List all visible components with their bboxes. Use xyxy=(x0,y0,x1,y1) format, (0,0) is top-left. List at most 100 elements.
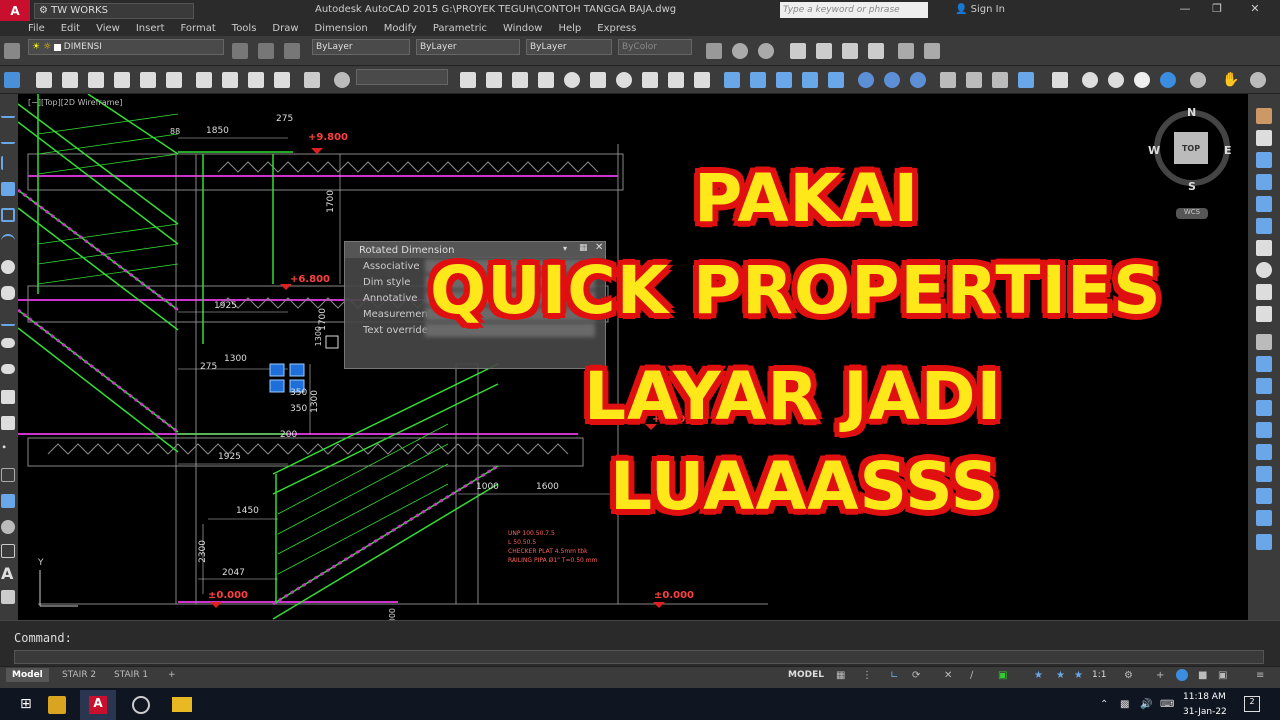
menu-express[interactable]: Express xyxy=(589,23,644,34)
conceptual-icon[interactable] xyxy=(1160,72,1176,88)
visual-style-icon[interactable] xyxy=(758,43,774,59)
solid-sphere-icon[interactable] xyxy=(564,72,580,88)
taskbar-date[interactable]: 31-Jan-22 xyxy=(1183,707,1227,717)
polar-icon[interactable]: ⟳ xyxy=(912,670,920,681)
zoom-realtime-icon[interactable] xyxy=(1250,72,1266,88)
menu-window[interactable]: Window xyxy=(495,23,550,34)
viewcube-west[interactable]: W xyxy=(1148,144,1160,157)
osnap-icon[interactable]: ✕ xyxy=(944,670,952,681)
dyn-ucs-icon[interactable]: ▣ xyxy=(998,670,1007,681)
command-input[interactable] xyxy=(14,650,1264,664)
solid-cylinder-icon[interactable] xyxy=(590,72,606,88)
close-button[interactable]: ✕ xyxy=(1240,2,1270,18)
maximize-button[interactable]: ❐ xyxy=(1202,2,1232,18)
polysolid-icon[interactable] xyxy=(460,72,476,88)
cone-icon[interactable] xyxy=(88,72,104,88)
move-3d-icon[interactable] xyxy=(940,72,956,88)
loft-icon[interactable] xyxy=(828,72,844,88)
viewcube-south[interactable]: S xyxy=(1188,180,1196,193)
tab-stair-1[interactable]: STAIR 1 xyxy=(108,668,154,682)
menu-draw[interactable]: Draw xyxy=(264,23,306,34)
rotate-icon[interactable] xyxy=(1256,262,1272,278)
layer-state-icon[interactable] xyxy=(284,43,300,59)
annotation-scale-value[interactable]: 1:1 xyxy=(1092,670,1106,680)
auto-scale-icon[interactable]: ★ xyxy=(1056,670,1065,681)
line-tool-icon[interactable] xyxy=(1,104,15,118)
view-icon-2[interactable] xyxy=(816,43,832,59)
rotate-3d-icon[interactable] xyxy=(966,72,982,88)
view-top-icon[interactable] xyxy=(196,72,212,88)
search-input[interactable]: Type a keyword or phrase xyxy=(780,2,928,18)
pencil-icon[interactable] xyxy=(1256,108,1272,124)
ellipse-tool-icon[interactable] xyxy=(1,338,15,348)
solid-wedge-icon[interactable] xyxy=(512,72,528,88)
linetype-dropdown[interactable]: ByLayer xyxy=(416,39,520,55)
ellipse-arc-tool-icon[interactable] xyxy=(1,364,15,374)
model-space-button[interactable]: MODEL xyxy=(788,670,824,680)
polygon-tool-icon[interactable] xyxy=(1,182,15,196)
xline-tool-icon[interactable] xyxy=(1,130,15,144)
make-block-icon[interactable] xyxy=(1,416,15,430)
view-bottom-icon[interactable] xyxy=(222,72,238,88)
menu-format[interactable]: Format xyxy=(173,23,224,34)
polyline-tool-icon[interactable] xyxy=(1,156,15,170)
move-icon[interactable] xyxy=(1256,240,1272,256)
tab-stair-2[interactable]: STAIR 2 xyxy=(56,668,102,682)
presspull-icon[interactable] xyxy=(750,72,766,88)
workspace-switch-icon[interactable]: ⚙ xyxy=(1124,670,1133,681)
tab-add[interactable]: + xyxy=(162,668,182,682)
menu-modify[interactable]: Modify xyxy=(376,23,425,34)
minimize-button[interactable]: — xyxy=(1170,2,1200,18)
named-view-dropdown[interactable] xyxy=(356,69,448,85)
camera-icon[interactable] xyxy=(304,72,320,88)
app-menu-button[interactable]: A xyxy=(0,0,30,21)
viewcube-north[interactable]: N xyxy=(1187,106,1196,119)
snap-icon[interactable]: ⋮ xyxy=(862,670,872,681)
revolve-icon[interactable] xyxy=(802,72,818,88)
menu-edit[interactable]: Edit xyxy=(53,23,88,34)
revcloud-tool-icon[interactable] xyxy=(1,286,15,300)
stretch-icon[interactable] xyxy=(1256,306,1272,322)
sweep-icon[interactable] xyxy=(776,72,792,88)
volume-icon[interactable]: 🔊 xyxy=(1140,699,1152,710)
render-icon[interactable] xyxy=(1190,72,1206,88)
intersect-icon[interactable] xyxy=(910,72,926,88)
solid-box-icon[interactable] xyxy=(486,72,502,88)
tray-chevron-icon[interactable]: ⌃ xyxy=(1100,699,1108,710)
grid-icon[interactable]: ▦ xyxy=(836,670,845,681)
menu-file[interactable]: File xyxy=(20,23,53,34)
view-icon-1[interactable] xyxy=(790,43,806,59)
text-style-icon[interactable] xyxy=(898,43,914,59)
view-left-icon[interactable] xyxy=(248,72,264,88)
customization-icon[interactable]: ≡ xyxy=(1256,670,1264,681)
pan-hand-icon[interactable]: ✋ xyxy=(1222,72,1239,88)
extrude-icon[interactable] xyxy=(724,72,740,88)
wedge-icon[interactable] xyxy=(62,72,78,88)
sign-in-button[interactable]: 👤 Sign In xyxy=(955,4,1005,15)
subtract-icon[interactable] xyxy=(884,72,900,88)
drawing-canvas[interactable]: 1850 275 88 1700 1700 1925 275 350 350 1… xyxy=(18,94,1248,620)
realistic-icon[interactable] xyxy=(1134,72,1150,88)
union-icon[interactable] xyxy=(858,72,874,88)
erase-icon[interactable] xyxy=(1256,510,1272,526)
modify-icon-1[interactable] xyxy=(1256,130,1272,146)
network-icon[interactable]: ▩ xyxy=(1120,699,1129,710)
layer-dropdown[interactable]: ☀ ☼ DIMENSI xyxy=(28,39,224,55)
hardware-acceleration-icon[interactable]: ■ xyxy=(1198,670,1207,681)
windows-start-icon[interactable]: ⊞ xyxy=(20,696,36,712)
view-icon-4[interactable] xyxy=(868,43,884,59)
spline-tool-icon[interactable] xyxy=(1,312,15,326)
helix-icon[interactable] xyxy=(668,72,684,88)
align-3d-icon[interactable] xyxy=(992,72,1008,88)
torus-icon[interactable] xyxy=(166,72,182,88)
trim-icon[interactable] xyxy=(1256,334,1272,350)
table-style-icon[interactable] xyxy=(924,43,940,59)
hidden-icon[interactable] xyxy=(1108,72,1124,88)
pyramid-icon[interactable] xyxy=(642,72,658,88)
otrack-icon[interactable]: ∕ xyxy=(970,670,973,681)
solid-torus-icon[interactable] xyxy=(616,72,632,88)
chamfer-icon[interactable] xyxy=(1256,422,1272,438)
gradient-tool-icon[interactable] xyxy=(1,494,15,508)
sphere-icon[interactable] xyxy=(114,72,130,88)
table-tool-icon[interactable] xyxy=(1,544,15,558)
